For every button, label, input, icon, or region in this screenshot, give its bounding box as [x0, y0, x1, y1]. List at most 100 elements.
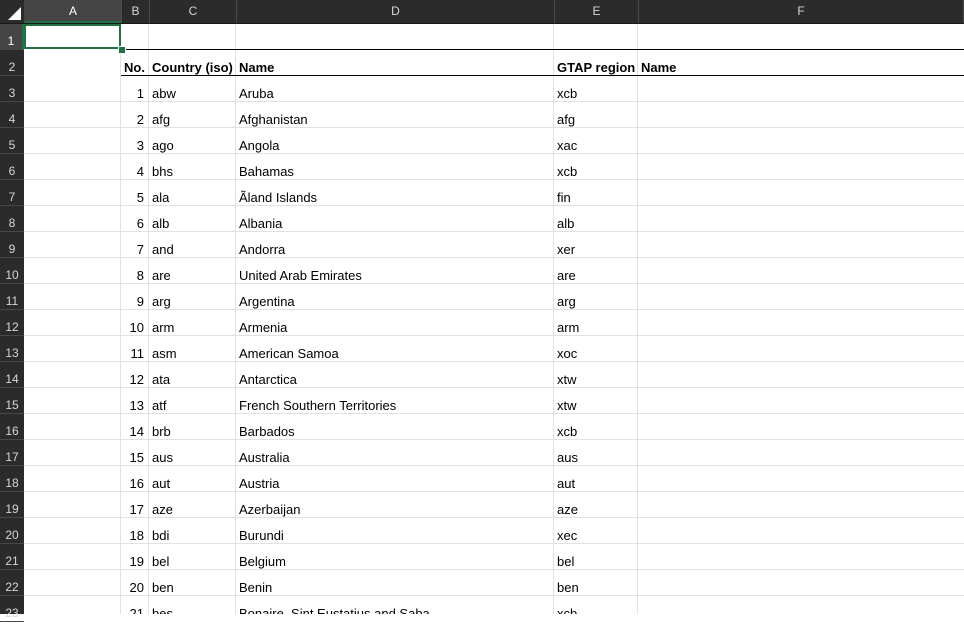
cell-gtap-region: ben: [557, 580, 579, 595]
cell-country-name: Antarctica: [239, 372, 297, 387]
column-header-f[interactable]: F: [639, 0, 964, 23]
row-gridline: [121, 49, 964, 50]
column-header-d[interactable]: D: [237, 0, 555, 23]
cell-no: 2: [136, 112, 144, 127]
cell-country-name: Albania: [239, 216, 283, 231]
cell-country-iso: alb: [152, 216, 170, 231]
row-header-20[interactable]: 20: [0, 518, 24, 544]
cell-country-iso: brb: [152, 424, 171, 439]
header-no: No.: [124, 60, 145, 75]
row-header-15[interactable]: 15: [0, 388, 24, 414]
cell-country-iso: aus: [152, 450, 173, 465]
row-header-5[interactable]: 5: [0, 128, 24, 154]
cell-no: 11: [130, 346, 145, 361]
cell-country-name: Belgium: [239, 554, 286, 569]
row-header-2[interactable]: 2: [0, 50, 24, 76]
column-header-c[interactable]: C: [150, 0, 237, 23]
row-header-13[interactable]: 13: [0, 336, 24, 362]
cell-country-iso: aze: [152, 502, 173, 517]
cell-country-iso: arg: [152, 294, 171, 309]
fill-handle[interactable]: [118, 46, 126, 54]
cell-gtap-region: xtw: [557, 398, 577, 413]
cell-country-name: Bahamas: [239, 164, 294, 179]
cell-gtap-region: xcb: [557, 164, 578, 179]
cell-gtap-region: afg: [557, 112, 576, 127]
cell-country-iso: are: [152, 268, 171, 283]
row-header-bar: 1 2 3 4 5 6 7 8 9 10 11 12 13 14 15 16 17 18 19 20 21 22 23: [0, 24, 24, 622]
row-header-3[interactable]: 3: [0, 76, 24, 102]
row-header-18[interactable]: 18: [0, 466, 24, 492]
header-name: Name: [239, 60, 275, 75]
row-header-11[interactable]: 11: [0, 284, 24, 310]
row-header-16[interactable]: 16: [0, 414, 24, 440]
column-header-e[interactable]: E: [555, 0, 639, 23]
cell-country-iso: and: [152, 242, 174, 257]
row-header-4[interactable]: 4: [0, 102, 24, 128]
row-header-8[interactable]: 8: [0, 206, 24, 232]
cell-country-name: Argentina: [239, 294, 295, 309]
active-cell-selection[interactable]: [24, 24, 121, 49]
cell-country-name: Barbados: [239, 424, 295, 439]
cell-gtap-region: xtw: [557, 372, 577, 387]
cell-gtap-region: alb: [557, 216, 575, 231]
cell-no: 3: [136, 138, 144, 153]
cell-no: 18: [129, 528, 144, 543]
select-all-button[interactable]: [0, 0, 25, 23]
row-header-21[interactable]: 21: [0, 544, 24, 570]
cell-no: 7: [136, 242, 144, 257]
cell-country-iso: bhs: [152, 164, 173, 179]
column-gridline: [148, 24, 149, 614]
cell-country-iso: abw: [152, 86, 176, 101]
header-gtap-name: Name: [641, 60, 677, 75]
cell-country-name: Austria: [239, 476, 280, 491]
row-header-1[interactable]: 1: [0, 24, 24, 50]
cell-no: 5: [136, 190, 144, 205]
cell-gtap-region: are: [557, 268, 576, 283]
row-header-7[interactable]: 7: [0, 180, 24, 206]
cell-country-name: Armenia: [239, 320, 288, 335]
cell-gtap-region: fin: [557, 190, 571, 205]
row-header-14[interactable]: 14: [0, 362, 24, 388]
cell-no: 17: [129, 502, 144, 517]
cell-no: 15: [129, 450, 144, 465]
row-header-12[interactable]: 12: [0, 310, 24, 336]
cell-country-name: Benin: [239, 580, 273, 595]
cell-no: 20: [129, 580, 144, 595]
cell-gtap-region: xcb: [557, 86, 578, 101]
cell-gtap-region: xec: [557, 528, 578, 543]
cell-gtap-region: xac: [557, 138, 578, 153]
cell-no: 10: [129, 320, 144, 335]
column-header-a[interactable]: A: [25, 0, 122, 23]
row-header-6[interactable]: 6: [0, 154, 24, 180]
cell-country-iso: bes: [152, 606, 173, 614]
cell-no: 14: [129, 424, 144, 439]
cell-country-name: Australia: [239, 450, 290, 465]
cell-gtap-region: arg: [557, 294, 576, 309]
row-header-17[interactable]: 17: [0, 440, 24, 466]
cell-country-iso: bdi: [152, 528, 170, 543]
cell-gtap-region: xer: [557, 242, 576, 257]
cell-gtap-region: xcb: [557, 606, 578, 614]
row-header-10[interactable]: 10: [0, 258, 24, 284]
row-header-9[interactable]: 9: [0, 232, 24, 258]
spreadsheet-grid[interactable]: No. Country (iso) Name GTAP region Name 1 abw A…: [24, 24, 964, 614]
column-header-b[interactable]: B: [122, 0, 150, 23]
cell-country-name: Azerbaijan: [239, 502, 301, 517]
row-header-19[interactable]: 19: [0, 492, 24, 518]
cell-gtap-region: bel: [557, 554, 575, 569]
cell-no: 13: [129, 398, 144, 413]
cell-country-iso: ago: [152, 138, 174, 153]
cell-no: 6: [136, 216, 144, 231]
cell-no: 21: [129, 606, 144, 614]
cell-no: 1: [136, 86, 144, 101]
cell-country-name: Ãland Islands: [239, 190, 318, 205]
cell-country-name: Bonaire, Sint Eustatius and Saba: [239, 606, 430, 614]
cell-country-iso: ben: [152, 580, 174, 595]
cell-no: 16: [129, 476, 144, 491]
cell-country-name: Afghanistan: [239, 112, 308, 127]
cell-no: 8: [136, 268, 144, 283]
cell-gtap-region: aus: [557, 450, 578, 465]
cell-no: 19: [129, 554, 144, 569]
row-header-22[interactable]: 22: [0, 570, 24, 596]
row-header-23[interactable]: 23: [0, 596, 24, 622]
